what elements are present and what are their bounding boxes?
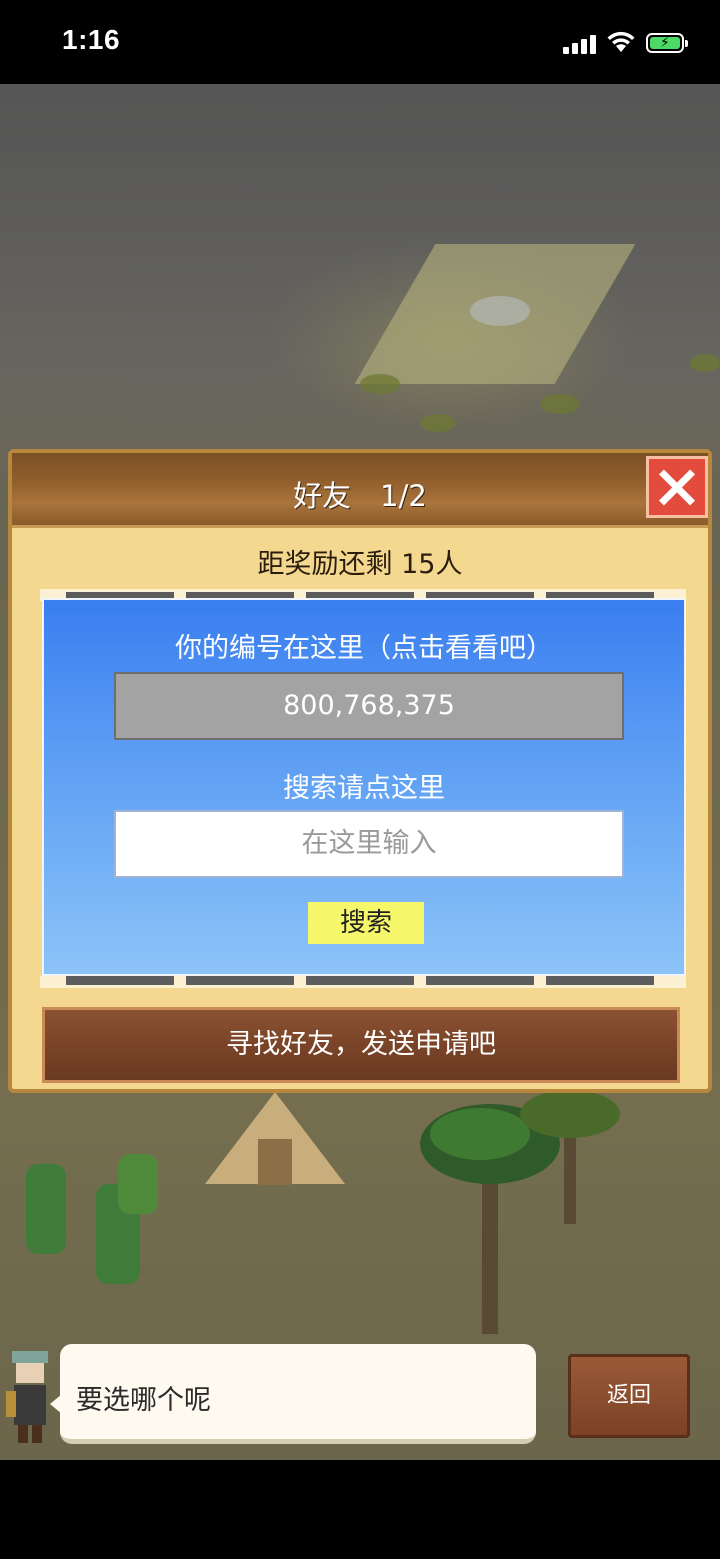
status-time: 1:16 — [62, 24, 121, 55]
reward-remaining-text: 距奖励还剩 15人 — [257, 549, 463, 580]
rock-pile — [470, 296, 530, 326]
shrub — [540, 394, 580, 414]
friends-dialog: 好友 1/2 距奖励还剩 15人 你的编号在这里（点击看看吧） 800,768,… — [8, 449, 712, 1093]
home-indicator-area — [0, 1460, 720, 1559]
palm-tree — [520, 1090, 620, 1224]
cellular-signal-icon — [563, 34, 599, 54]
search-input[interactable]: 在这里输入 — [114, 810, 624, 878]
your-id-field[interactable]: 800,768,375 — [114, 672, 624, 740]
cactus — [26, 1164, 66, 1254]
find-friends-button[interactable]: 寻找好友，发送申请吧 — [42, 1007, 680, 1083]
friend-id-panel: 你的编号在这里（点击看看吧） 800,768,375 搜索请点这里 在这里输入 … — [42, 598, 686, 976]
shrub — [360, 374, 400, 394]
fog-overlay — [0, 84, 720, 384]
cactus — [118, 1154, 158, 1214]
search-label: 搜索请点这里 — [283, 773, 445, 804]
search-button[interactable]: 搜索 — [308, 902, 424, 944]
tent-door — [258, 1139, 292, 1185]
dialog-header: 好友 1/2 — [12, 453, 708, 528]
wifi-icon — [607, 31, 635, 52]
status-bar: 1:16 ⚡ — [0, 0, 720, 84]
shrub — [420, 414, 456, 432]
back-button[interactable]: 返回 — [568, 1354, 690, 1438]
battery-charging-icon: ⚡ — [646, 33, 688, 53]
dialog-title: 好友 1/2 — [293, 479, 427, 513]
your-id-label: 你的编号在这里（点击看看吧） — [175, 633, 553, 664]
shrub — [690, 354, 720, 372]
panel-bottom-border — [40, 976, 686, 988]
close-button[interactable] — [646, 456, 708, 518]
message-text: 要选哪个呢 — [76, 1385, 211, 1416]
message-bubble: 要选哪个呢 — [50, 1344, 536, 1444]
